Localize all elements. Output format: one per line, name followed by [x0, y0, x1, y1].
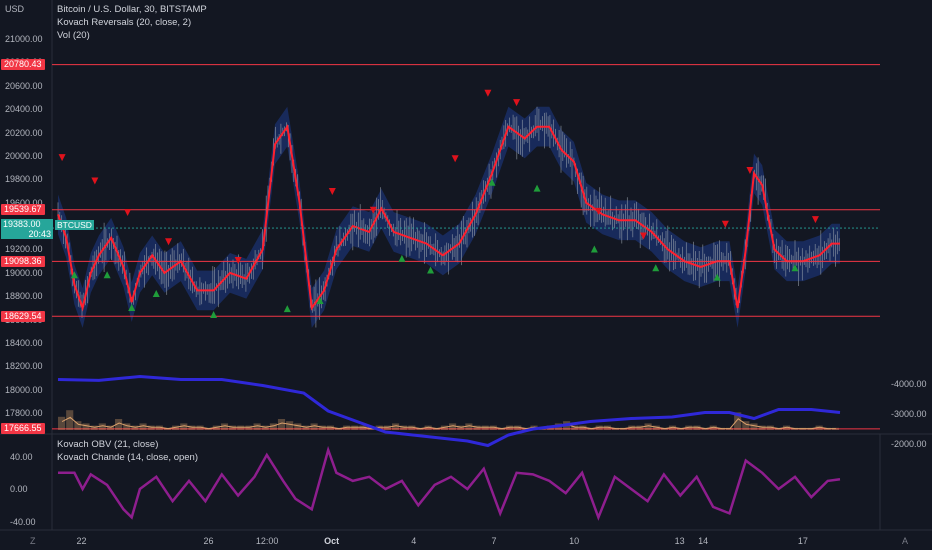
sell-signal-marker [58, 154, 66, 162]
price-tick: 18800.00 [5, 291, 43, 302]
volume-bar [351, 425, 359, 430]
volume-bar [286, 421, 294, 430]
indicator-legend-volume[interactable]: Vol (20) [57, 30, 90, 41]
auto-scale-icon[interactable]: A [902, 536, 908, 546]
price-tick: 19000.00 [5, 267, 43, 278]
zoom-icon[interactable]: Z [30, 536, 36, 546]
sell-signal-marker [513, 99, 521, 107]
price-tick: 19200.00 [5, 244, 43, 255]
sell-signal-marker [124, 209, 132, 217]
buy-signal-marker [533, 184, 541, 192]
buy-signal-marker [652, 264, 660, 272]
chande-legend[interactable]: Kovach Chande (14, close, open) [57, 452, 198, 463]
currency-label: USD [5, 4, 25, 14]
volume-average-line [61, 416, 836, 430]
time-tick: 26 [203, 536, 214, 546]
volume-bar [636, 425, 644, 430]
volume-bar [383, 425, 391, 430]
level-tag: 17666.55 [1, 423, 45, 435]
sell-signal-marker [484, 89, 492, 97]
time-tick: 14 [698, 536, 709, 546]
price-tick: 20200.00 [5, 127, 43, 138]
bar-countdown: 20:43 [28, 229, 51, 239]
volume-bar [294, 423, 302, 430]
price-tick: 18400.00 [5, 338, 43, 349]
time-tick: 12:00 [255, 536, 279, 546]
volume-bar [82, 423, 90, 430]
buy-signal-marker [590, 245, 598, 253]
volume-bar [58, 416, 66, 430]
symbol-label: BTCUSD [55, 220, 94, 230]
time-tick: 17 [797, 536, 808, 546]
time-tick: 10 [569, 536, 580, 546]
sell-signal-marker [451, 155, 459, 163]
time-tick: Oct [324, 536, 340, 546]
buy-signal-marker [398, 254, 406, 262]
time-tick: 13 [674, 536, 685, 546]
level-tag: 19539.67 [1, 204, 45, 216]
price-chart-canvas[interactable] [0, 0, 932, 550]
volume-bar [237, 425, 245, 430]
obv-tick: -4000.00 [891, 379, 927, 389]
sell-signal-marker [91, 177, 99, 185]
buy-signal-marker [103, 271, 111, 279]
buy-signal-marker [283, 305, 291, 313]
price-tick: 18000.00 [5, 384, 43, 395]
buy-signal-marker [152, 289, 160, 297]
volume-bar [750, 423, 758, 430]
price-tick: 21000.00 [5, 33, 43, 44]
last-price-value: 19383.00 [3, 219, 41, 229]
level-tag: 20780.43 [1, 59, 45, 71]
indicator-legend-reversals[interactable]: Kovach Reversals (20, close, 2) [57, 17, 191, 28]
oscillator-tick: 0.00 [10, 484, 28, 494]
time-tick: 4 [411, 536, 417, 546]
volume-bar [245, 425, 253, 430]
time-tick: 22 [76, 536, 87, 546]
volume-bar [481, 425, 489, 430]
volatility-band [58, 106, 840, 328]
price-tick: 20000.00 [5, 150, 43, 161]
volume-bar [66, 410, 74, 430]
chart-title[interactable]: Bitcoin / U.S. Dollar, 30, BITSTAMP [57, 4, 207, 15]
oscillator-tick: -40.00 [10, 516, 36, 527]
price-tick: 20600.00 [5, 80, 43, 91]
obv-tick: -3000.00 [891, 409, 927, 419]
level-tag: 18629.54 [1, 310, 45, 322]
price-tick: 19800.00 [5, 174, 43, 185]
oscillator-tick: 40.00 [10, 451, 33, 462]
level-tag: 19098.36 [1, 255, 45, 267]
price-tick: 17800.00 [5, 408, 43, 419]
obv-line [57, 374, 841, 448]
obv-legend[interactable]: Kovach OBV (21, close) [57, 439, 158, 450]
price-tick: 18200.00 [5, 361, 43, 372]
time-tick: 7 [491, 536, 497, 546]
price-candles [57, 106, 840, 328]
obv-tick: -2000.00 [891, 439, 927, 449]
buy-signal-marker [210, 311, 218, 319]
sell-signal-marker [721, 220, 729, 228]
last-price-tag: 19383.00 20:43 [1, 219, 53, 239]
volume-bar [74, 421, 82, 430]
sell-signal-marker [165, 238, 173, 246]
sell-signal-marker [811, 216, 819, 224]
sell-signal-marker [328, 187, 336, 195]
trading-chart-window[interactable]: USD Bitcoin / U.S. Dollar, 30, BITSTAMP … [0, 0, 932, 550]
price-tick: 20400.00 [5, 104, 43, 115]
